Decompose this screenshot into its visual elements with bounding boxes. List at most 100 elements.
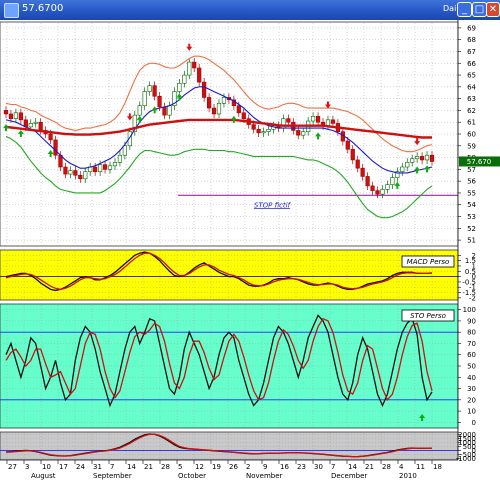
candle xyxy=(107,165,113,170)
candle xyxy=(197,67,202,83)
candle xyxy=(211,107,217,115)
candle xyxy=(102,164,108,170)
candle xyxy=(177,83,182,92)
candle xyxy=(182,74,187,84)
candle xyxy=(424,154,430,161)
y-tick-label: 70 xyxy=(467,340,476,348)
month-label: September xyxy=(93,472,132,480)
axis-strip xyxy=(458,20,500,480)
candle xyxy=(93,166,98,173)
candle xyxy=(355,159,360,169)
y-tick-label: 90 xyxy=(467,317,476,325)
candle xyxy=(147,85,152,92)
candle xyxy=(419,156,425,161)
y-tick-label: 40 xyxy=(467,374,476,382)
candle xyxy=(241,112,246,119)
y-tick-label: 55 xyxy=(467,189,476,197)
candle xyxy=(3,110,9,115)
x-tick-label: 18 xyxy=(433,463,442,471)
candle xyxy=(296,130,301,136)
y-tick-label: 0 xyxy=(472,419,476,427)
candle xyxy=(429,154,435,162)
candle xyxy=(98,164,103,173)
candle xyxy=(117,154,123,163)
y-tick-label: 52 xyxy=(467,225,476,233)
candle xyxy=(206,97,212,109)
month-label: August xyxy=(31,472,56,480)
candle xyxy=(157,95,162,108)
month-label: December xyxy=(331,472,367,480)
y-tick-label: 69 xyxy=(467,24,476,32)
y-tick-label: 50 xyxy=(467,363,476,371)
candle xyxy=(410,158,415,163)
candle xyxy=(415,156,420,160)
y-tick-label: 63 xyxy=(467,95,476,103)
x-tick-label: 17 xyxy=(59,463,68,471)
candle xyxy=(221,97,227,104)
y-tick-label: 67 xyxy=(467,48,476,56)
x-tick-label: 11 xyxy=(416,463,425,471)
candle xyxy=(142,91,147,107)
month-label: October xyxy=(178,472,206,480)
candle xyxy=(162,106,167,116)
candle xyxy=(187,61,192,76)
x-tick-label: 31 xyxy=(93,463,102,471)
x-tick-label: 21 xyxy=(144,463,153,471)
y-tick-label: 65 xyxy=(467,72,476,80)
x-tick-label: 14 xyxy=(348,463,357,471)
candle xyxy=(152,85,157,97)
panel-title: STO Perso xyxy=(410,312,446,320)
candle xyxy=(286,118,291,123)
candle xyxy=(73,170,78,176)
y-tick-label: 59 xyxy=(467,142,476,150)
candle xyxy=(137,105,142,116)
y-tick-label: 64 xyxy=(467,83,476,91)
y-tick-label: 20 xyxy=(467,396,476,404)
y-tick-label: 57 xyxy=(467,166,476,174)
candle xyxy=(375,190,380,195)
candle xyxy=(83,171,88,180)
x-tick-label: 3 xyxy=(25,463,29,471)
candle xyxy=(315,116,321,123)
candle xyxy=(380,189,385,195)
candle xyxy=(301,131,306,136)
last-price-label: 57.670 xyxy=(467,158,492,166)
y-tick-label: 51 xyxy=(467,237,476,245)
x-tick-label: 9 xyxy=(263,463,267,471)
candle xyxy=(53,139,58,156)
x-tick-label: 30 xyxy=(314,463,323,471)
candle xyxy=(405,161,410,168)
candle xyxy=(325,119,331,127)
y-tick-label: 2 xyxy=(472,252,476,260)
chart-canvas[interactable]: 51525354555657585960616263646566676869ST… xyxy=(0,0,500,480)
candle xyxy=(365,176,370,187)
y-tick-label: 66 xyxy=(467,60,476,68)
candle xyxy=(261,131,266,134)
y-tick-label: 30 xyxy=(467,385,476,393)
x-tick-label: 2 xyxy=(246,463,250,471)
x-tick-label: 26 xyxy=(229,463,238,471)
y-tick-label: 60 xyxy=(467,351,476,359)
candle xyxy=(202,81,207,98)
y-tick-label: 60 xyxy=(467,131,476,139)
y-tick-label: 68 xyxy=(467,36,476,44)
candle xyxy=(28,123,33,128)
candle xyxy=(8,113,14,119)
candle xyxy=(216,103,222,115)
candle xyxy=(236,105,241,114)
candle xyxy=(122,145,127,156)
x-tick-label: 23 xyxy=(297,463,306,471)
x-tick-label: 21 xyxy=(365,463,374,471)
candle xyxy=(78,174,83,180)
x-tick-label: 5 xyxy=(178,463,182,471)
x-tick-label: 28 xyxy=(161,463,170,471)
candle xyxy=(13,112,19,119)
y-tick-label: 56 xyxy=(467,178,476,186)
candle xyxy=(330,119,336,124)
candle xyxy=(360,167,365,177)
candle xyxy=(192,61,197,69)
candle xyxy=(167,105,172,116)
candle xyxy=(385,184,390,190)
candle xyxy=(63,166,68,175)
x-tick-label: 7 xyxy=(331,463,335,471)
